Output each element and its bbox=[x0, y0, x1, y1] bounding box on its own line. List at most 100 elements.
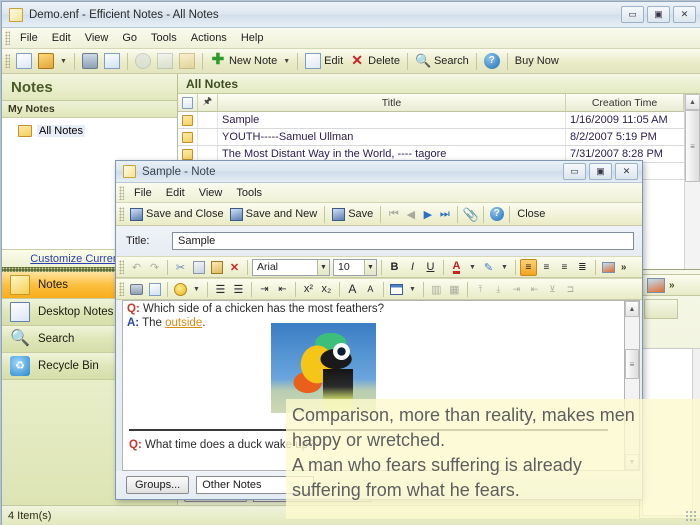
highlight-color-button[interactable]: ✎ bbox=[480, 259, 497, 276]
column-header-attachment[interactable]: 🖈 bbox=[198, 94, 218, 111]
background-note-scrollbar[interactable] bbox=[692, 348, 700, 516]
chevron-down-icon[interactable]: ▼ bbox=[364, 259, 376, 275]
toolbar-new-note-button[interactable]: ✚ New Note bbox=[207, 52, 280, 70]
menu-gripper[interactable] bbox=[5, 31, 10, 45]
bold-button[interactable]: B bbox=[386, 259, 403, 276]
font-color-dropdown-icon[interactable]: ▼ bbox=[466, 264, 479, 271]
note-menu-gripper[interactable] bbox=[119, 185, 124, 200]
increase-indent-button[interactable]: ⇥ bbox=[256, 281, 273, 298]
number-list-button[interactable]: ☰ bbox=[230, 281, 247, 298]
align-right-button[interactable]: ≡ bbox=[556, 259, 573, 276]
note-menu-view[interactable]: View bbox=[192, 185, 230, 201]
scroll-up-arrow-icon[interactable]: ▲ bbox=[685, 94, 700, 110]
column-header-icon[interactable] bbox=[178, 94, 198, 111]
menu-edit[interactable]: Edit bbox=[45, 30, 78, 46]
note-maximize-button[interactable]: ▣ bbox=[589, 163, 612, 180]
clear-formatting-button[interactable]: ✕ bbox=[226, 259, 243, 276]
toucan-photo[interactable] bbox=[271, 323, 376, 413]
toolbar-buy-now-button[interactable]: Buy Now bbox=[512, 54, 562, 68]
note-menu-edit[interactable]: Edit bbox=[159, 185, 192, 201]
first-record-button[interactable]: ⏮ bbox=[385, 206, 402, 223]
insert-column-left-button[interactable]: ⇥ bbox=[508, 281, 525, 298]
font-family-combo[interactable]: Arial ▼ bbox=[252, 258, 330, 276]
menu-tools[interactable]: Tools bbox=[144, 30, 184, 46]
editor-link[interactable]: outside bbox=[165, 317, 202, 329]
delete-row-button[interactable]: ⊻ bbox=[544, 281, 561, 298]
save-and-new-button[interactable]: Save and New bbox=[227, 207, 321, 222]
toolbar-print-preview-button[interactable] bbox=[101, 52, 123, 70]
superscript-button[interactable]: x² bbox=[300, 281, 317, 298]
subscript-button[interactable]: x₂ bbox=[318, 281, 335, 298]
align-left-button[interactable]: ≡ bbox=[519, 258, 537, 276]
merge-cells-button[interactable]: ▥ bbox=[428, 281, 445, 298]
toolbar-paste-button[interactable] bbox=[176, 52, 198, 70]
align-center-button[interactable]: ≡ bbox=[538, 259, 555, 276]
note-print-button[interactable] bbox=[128, 281, 145, 298]
justify-button[interactable]: ≣ bbox=[574, 259, 591, 276]
insert-row-above-button[interactable]: ⤒ bbox=[472, 281, 489, 298]
editor-scroll-thumb[interactable]: ≡ bbox=[625, 349, 639, 379]
table-row[interactable]: Sample 1/16/2009 11:05 AM bbox=[178, 112, 684, 129]
insert-image-icon[interactable] bbox=[647, 277, 665, 293]
editor-scroll-up-arrow-icon[interactable]: ▲ bbox=[625, 301, 639, 317]
toolbar-edit-button[interactable]: Edit bbox=[302, 52, 346, 70]
menu-file[interactable]: File bbox=[13, 30, 45, 46]
note-editor[interactable]: Q: Which side of a chicken has the most … bbox=[122, 300, 624, 471]
insert-table-button[interactable] bbox=[388, 281, 405, 298]
menu-view[interactable]: View bbox=[78, 30, 116, 46]
save-button[interactable]: Save bbox=[329, 207, 376, 222]
highlight-dropdown-icon[interactable]: ▼ bbox=[498, 264, 511, 271]
sidebar-item-all-notes[interactable]: All Notes bbox=[2, 124, 177, 138]
toolbar-help-button[interactable]: ? bbox=[481, 52, 503, 70]
background-note-window[interactable]: » bbox=[639, 269, 700, 519]
format-toolbar-2-gripper[interactable] bbox=[119, 282, 124, 296]
underline-button[interactable]: U bbox=[422, 259, 439, 276]
table-dropdown-icon[interactable]: ▼ bbox=[406, 286, 419, 293]
window-resize-grip[interactable] bbox=[685, 510, 697, 522]
copy-button[interactable] bbox=[190, 259, 207, 276]
redo-button[interactable]: ↷ bbox=[146, 259, 163, 276]
next-record-button[interactable]: ▶ bbox=[419, 206, 436, 223]
toolbar-gripper[interactable] bbox=[5, 54, 10, 68]
chevron-down-icon[interactable]: ▼ bbox=[317, 259, 329, 275]
column-header-title[interactable]: Title bbox=[218, 94, 566, 111]
editor-scroll-down-arrow-icon[interactable]: ▼ bbox=[625, 454, 639, 470]
last-record-button[interactable]: ⏭ bbox=[436, 206, 453, 223]
note-menu-tools[interactable]: Tools bbox=[229, 185, 269, 201]
font-size-combo[interactable]: 10 ▼ bbox=[333, 258, 377, 276]
note-category-combo[interactable]: Other Notes bbox=[196, 476, 315, 494]
open-dropdown-icon[interactable]: ▼ bbox=[57, 58, 70, 65]
format-toolbar-gripper[interactable] bbox=[119, 260, 124, 274]
note-editor-scrollbar[interactable]: ▲ ≡ ▼ bbox=[624, 300, 640, 471]
split-cells-button[interactable]: ▦ bbox=[446, 281, 463, 298]
insert-row-below-button[interactable]: ⤓ bbox=[490, 281, 507, 298]
delete-column-button[interactable]: ⊐ bbox=[562, 281, 579, 298]
bullet-list-button[interactable]: ☰ bbox=[212, 281, 229, 298]
note-close-button[interactable]: ✕ bbox=[615, 163, 638, 180]
new-note-dropdown-icon[interactable]: ▼ bbox=[280, 58, 293, 65]
table-row[interactable]: YOUTH-----Samuel Ullman 8/2/2007 5:19 PM bbox=[178, 129, 684, 146]
menu-actions[interactable]: Actions bbox=[184, 30, 234, 46]
italic-button[interactable]: I bbox=[404, 259, 421, 276]
insert-image-button[interactable] bbox=[600, 259, 617, 276]
toolbar-new-file-button[interactable] bbox=[13, 52, 35, 70]
title-input[interactable]: Sample bbox=[172, 232, 634, 250]
undo-button[interactable]: ↶ bbox=[128, 259, 145, 276]
toolbar-print-button[interactable] bbox=[79, 52, 101, 70]
note-menu-file[interactable]: File bbox=[127, 185, 159, 201]
close-button[interactable]: ✕ bbox=[673, 6, 696, 23]
note-print-preview-button[interactable] bbox=[146, 281, 163, 298]
toolbar-search-button[interactable]: 🔍 Search bbox=[412, 52, 472, 70]
toolbar-overflow-icon[interactable]: » bbox=[669, 280, 675, 291]
maximize-button[interactable]: ▣ bbox=[647, 6, 670, 23]
toolbar-open-file-button[interactable] bbox=[35, 52, 57, 70]
toolbar-delete-button[interactable]: ✕ Delete bbox=[346, 52, 403, 70]
emoticon-dropdown-icon[interactable]: ▼ bbox=[190, 286, 203, 293]
note-help-button[interactable]: ? bbox=[488, 206, 505, 223]
menu-go[interactable]: Go bbox=[115, 30, 144, 46]
previous-record-button[interactable]: ◀ bbox=[402, 206, 419, 223]
font-color-button[interactable]: A bbox=[448, 259, 465, 276]
save-and-close-button[interactable]: Save and Close bbox=[127, 207, 227, 222]
emoticon-button[interactable] bbox=[172, 281, 189, 298]
scroll-thumb[interactable]: ≡ bbox=[685, 110, 700, 182]
